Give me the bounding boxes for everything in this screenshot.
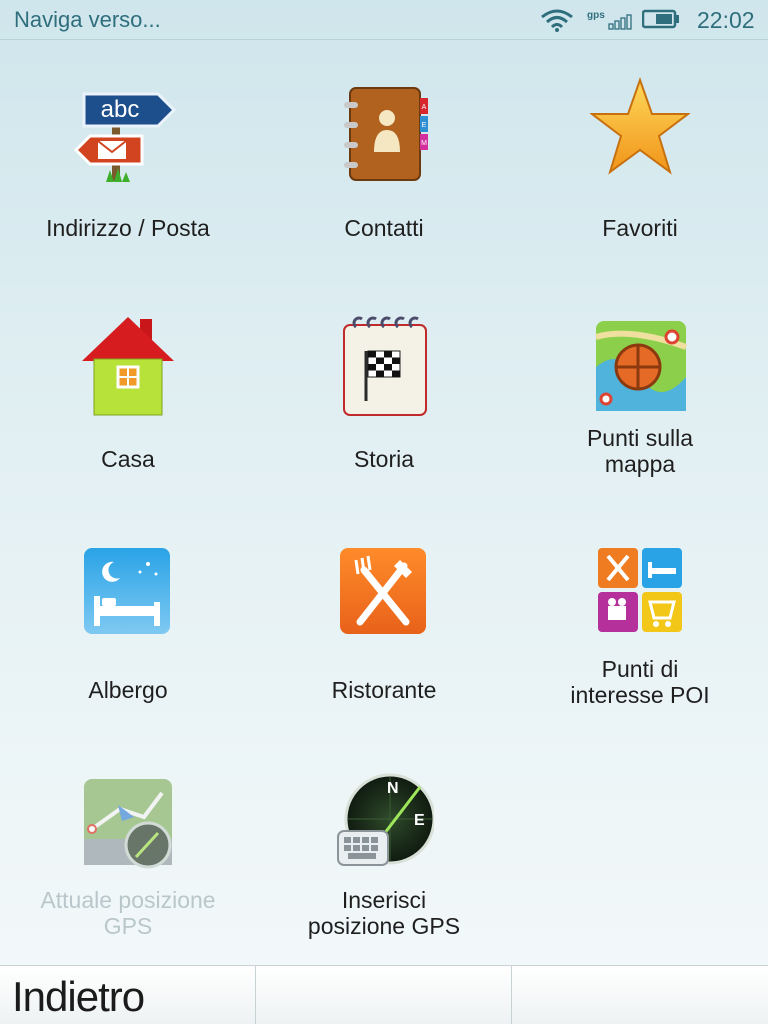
menu-item-label-line2: interesse POI <box>570 682 710 708</box>
svg-text:E: E <box>414 812 425 829</box>
history-notepad-flag-icon <box>334 307 434 437</box>
map-compass-icon <box>590 307 690 437</box>
menu-item-label: Storia <box>353 446 415 472</box>
menu-item-label-line2: posizione GPS <box>307 913 461 939</box>
middle-softkey[interactable] <box>256 966 512 1024</box>
right-softkey[interactable] <box>512 966 768 1024</box>
star-icon <box>589 76 691 206</box>
screen-title: Naviga verso... <box>14 7 161 32</box>
current-position-map-icon <box>78 769 178 899</box>
menu-item-albergo[interactable]: Albergo <box>0 502 256 733</box>
menu-item-punti-sulla-mappa[interactable]: Punti sulla mappa <box>512 271 768 502</box>
menu-item-ristorante[interactable]: Ristorante <box>256 502 512 733</box>
menu-item-label: Ristorante <box>331 677 437 703</box>
svg-text:abc: abc <box>101 96 140 123</box>
menu-item-label-line1: Attuale posizione <box>40 887 216 913</box>
menu-item-indirizzo-posta[interactable]: abc Indirizzo / Posta <box>0 40 256 271</box>
menu-item-storia[interactable]: Storia <box>256 271 512 502</box>
gps-radar-keyboard-icon: N E <box>334 769 436 899</box>
destination-menu-grid: abc Indirizzo / Posta A E M Contatti Fav… <box>0 40 768 965</box>
clock: 22:02 <box>697 7 755 33</box>
hotel-bed-icon <box>78 538 178 668</box>
menu-item-label-line1: Punti di <box>601 656 679 682</box>
menu-item-label-line2: mappa <box>604 451 676 477</box>
menu-item-label-line1: Inserisci <box>341 887 427 913</box>
menu-item-punti-di-interesse-poi[interactable]: Punti di interesse POI <box>512 502 768 733</box>
restaurant-cutlery-icon <box>334 538 434 668</box>
svg-text:M: M <box>421 140 427 147</box>
softkey-bar: Indietro <box>0 965 768 1024</box>
menu-item-label: Indirizzo / Posta <box>46 215 210 241</box>
menu-item-attuale-posizione-gps: Attuale posizione GPS <box>0 733 256 964</box>
menu-item-label: Favoriti <box>602 215 678 241</box>
menu-item-inserisci-posizione-gps[interactable]: N E Inserisci posizione GPS <box>256 733 512 964</box>
contacts-book-icon: A E M <box>334 76 434 206</box>
svg-text:E: E <box>422 122 427 129</box>
address-signpost-icon: abc <box>73 76 178 206</box>
menu-item-casa[interactable]: Casa <box>0 271 256 502</box>
svg-text:N: N <box>387 780 399 797</box>
house-icon <box>78 307 178 437</box>
menu-item-label: Contatti <box>344 215 424 241</box>
menu-item-label: Albergo <box>88 677 168 703</box>
menu-item-label: Casa <box>101 446 155 472</box>
battery-icon <box>641 9 680 34</box>
back-softkey[interactable]: Indietro <box>0 966 256 1024</box>
gps-text: gps <box>587 10 605 21</box>
svg-text:A: A <box>422 104 427 111</box>
menu-item-favoriti[interactable]: Favoriti <box>512 40 768 271</box>
menu-item-label-line2: GPS <box>103 913 153 939</box>
back-softkey-label: Indietro <box>12 973 145 1020</box>
wifi-icon <box>540 8 574 37</box>
status-bar: Naviga verso... gps 22:02 <box>0 0 768 40</box>
menu-item-label-line1: Punti sulla <box>586 425 694 451</box>
menu-item-contatti[interactable]: A E M Contatti <box>256 40 512 271</box>
gps-signal-icon: gps <box>587 8 635 37</box>
poi-grid-icon <box>590 538 690 668</box>
